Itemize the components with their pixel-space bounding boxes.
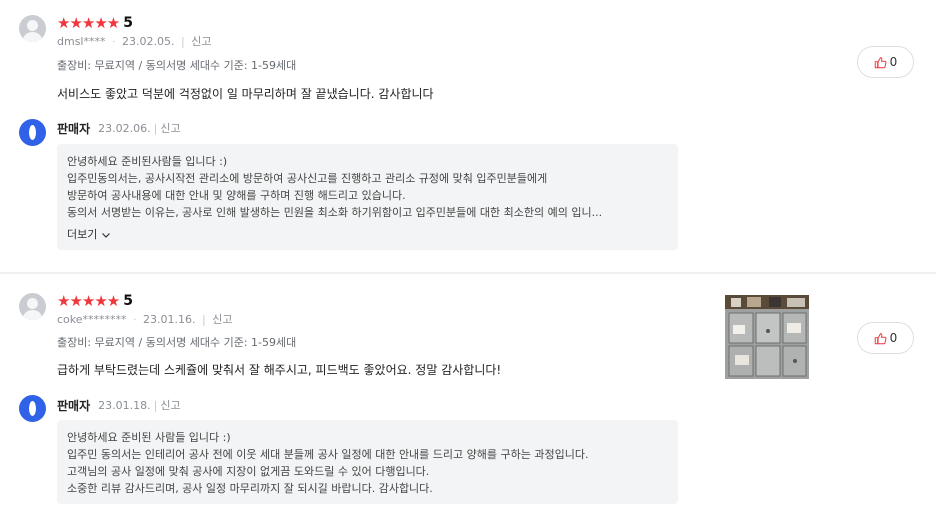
chevron-down-icon bbox=[102, 233, 111, 238]
review-item: ★★★★★ 5 dmsl**** · 23.02.05. | 신고 출장비: 무… bbox=[0, 0, 936, 270]
report-link[interactable]: 신고 bbox=[160, 397, 180, 413]
reply-date: 23.02.06. bbox=[98, 121, 151, 135]
seller-reply-header: 판매자 23.01.18. | 신고 bbox=[57, 397, 181, 413]
option-info: 출장비: 무료지역 / 동의서명 세대수 기준: 1-59세대 bbox=[57, 59, 297, 72]
review-text: 서비스도 좋았고 덕분에 걱정없이 일 마무리하며 잘 끝냈습니다. 감사합니다 bbox=[57, 87, 434, 101]
rating-score: 5 bbox=[123, 293, 133, 309]
reply-line: 입주민동의서는, 공사시작전 관리소에 방문하여 공사신고를 진행하고 관리소 … bbox=[67, 172, 548, 185]
show-more-button[interactable]: 더보기 bbox=[67, 227, 668, 243]
reply-line: 동의서 서명받는 이유는, 공사로 인해 발생하는 민원을 최소화 하기위함이고… bbox=[67, 206, 603, 219]
report-link[interactable]: 신고 bbox=[212, 313, 232, 326]
reviewer-name: coke******** bbox=[57, 313, 127, 326]
reply-line: 고객님의 공사 일정에 맞춰 공사에 지장이 없게끔 도와드릴 수 있어 다행입… bbox=[67, 465, 430, 478]
rating-stars-icon: ★★★★★ bbox=[57, 292, 120, 310]
rating: ★★★★★ 5 bbox=[57, 14, 133, 32]
user-avatar-icon bbox=[19, 293, 46, 320]
like-button[interactable]: 0 bbox=[857, 46, 914, 78]
like-count: 0 bbox=[889, 55, 898, 69]
user-avatar-icon bbox=[19, 15, 46, 42]
review-date: 23.02.05. bbox=[122, 35, 175, 48]
option-info: 출장비: 무료지역 / 동의서명 세대수 기준: 1-59세대 bbox=[57, 336, 297, 349]
seller-reply: 안녕하세요 준비된사람들 입니다 :) 입주민동의서는, 공사시작전 관리소에 … bbox=[57, 144, 678, 250]
review-photo-icon bbox=[725, 295, 809, 379]
rating: ★★★★★ 5 bbox=[57, 292, 133, 310]
reply-line: 안녕하세요 준비된 사람들 입니다 :) bbox=[67, 431, 231, 444]
reply-line: 안녕하세요 준비된사람들 입니다 :) bbox=[67, 155, 228, 168]
seller-reply-header: 판매자 23.02.06. | 신고 bbox=[57, 120, 181, 136]
reply-line: 방문하여 공사내용에 대한 안내 및 양해를 구하며 진행 해드리고 있습니다. bbox=[67, 189, 406, 202]
review-photo-thumbnail[interactable] bbox=[725, 295, 809, 379]
report-link[interactable]: 신고 bbox=[191, 35, 211, 48]
reply-date: 23.01.18. bbox=[98, 398, 151, 412]
seller-avatar-icon bbox=[19, 395, 46, 422]
reviewer-name: dmsl**** bbox=[57, 35, 106, 48]
reply-line: 소중한 리뷰 감사드리며, 공사 일정 마무리까지 잘 되시길 바랍니다. 감사… bbox=[67, 482, 433, 495]
show-more-label: 더보기 bbox=[67, 228, 98, 241]
rating-stars-icon: ★★★★★ bbox=[57, 14, 120, 32]
review-item: ★★★★★ 5 coke******** · 23.01.16. | 신고 출장… bbox=[0, 278, 936, 521]
seller-reply: 안녕하세요 준비된 사람들 입니다 :) 입주민 동의서는 인테리어 공사 전에… bbox=[57, 420, 678, 504]
seller-name: 판매자 bbox=[57, 398, 91, 413]
thumbs-up-icon bbox=[874, 56, 887, 68]
report-link[interactable]: 신고 bbox=[160, 120, 180, 136]
seller-name: 판매자 bbox=[57, 121, 91, 136]
reply-line: 입주민 동의서는 인테리어 공사 전에 이웃 세대 분들께 공사 일정에 대한 … bbox=[67, 448, 589, 461]
review-date: 23.01.16. bbox=[143, 313, 196, 326]
thumbs-up-icon bbox=[874, 332, 887, 344]
like-count: 0 bbox=[889, 331, 898, 345]
review-divider bbox=[0, 272, 936, 274]
like-button[interactable]: 0 bbox=[857, 322, 914, 354]
seller-avatar-icon bbox=[19, 119, 46, 146]
rating-score: 5 bbox=[123, 15, 133, 31]
review-meta: dmsl**** · 23.02.05. | 신고 bbox=[57, 35, 212, 48]
review-text: 급하게 부탁드렸는데 스케쥴에 맞춰서 잘 해주시고, 피드백도 좋았어요. 정… bbox=[57, 363, 502, 377]
review-meta: coke******** · 23.01.16. | 신고 bbox=[57, 313, 233, 326]
